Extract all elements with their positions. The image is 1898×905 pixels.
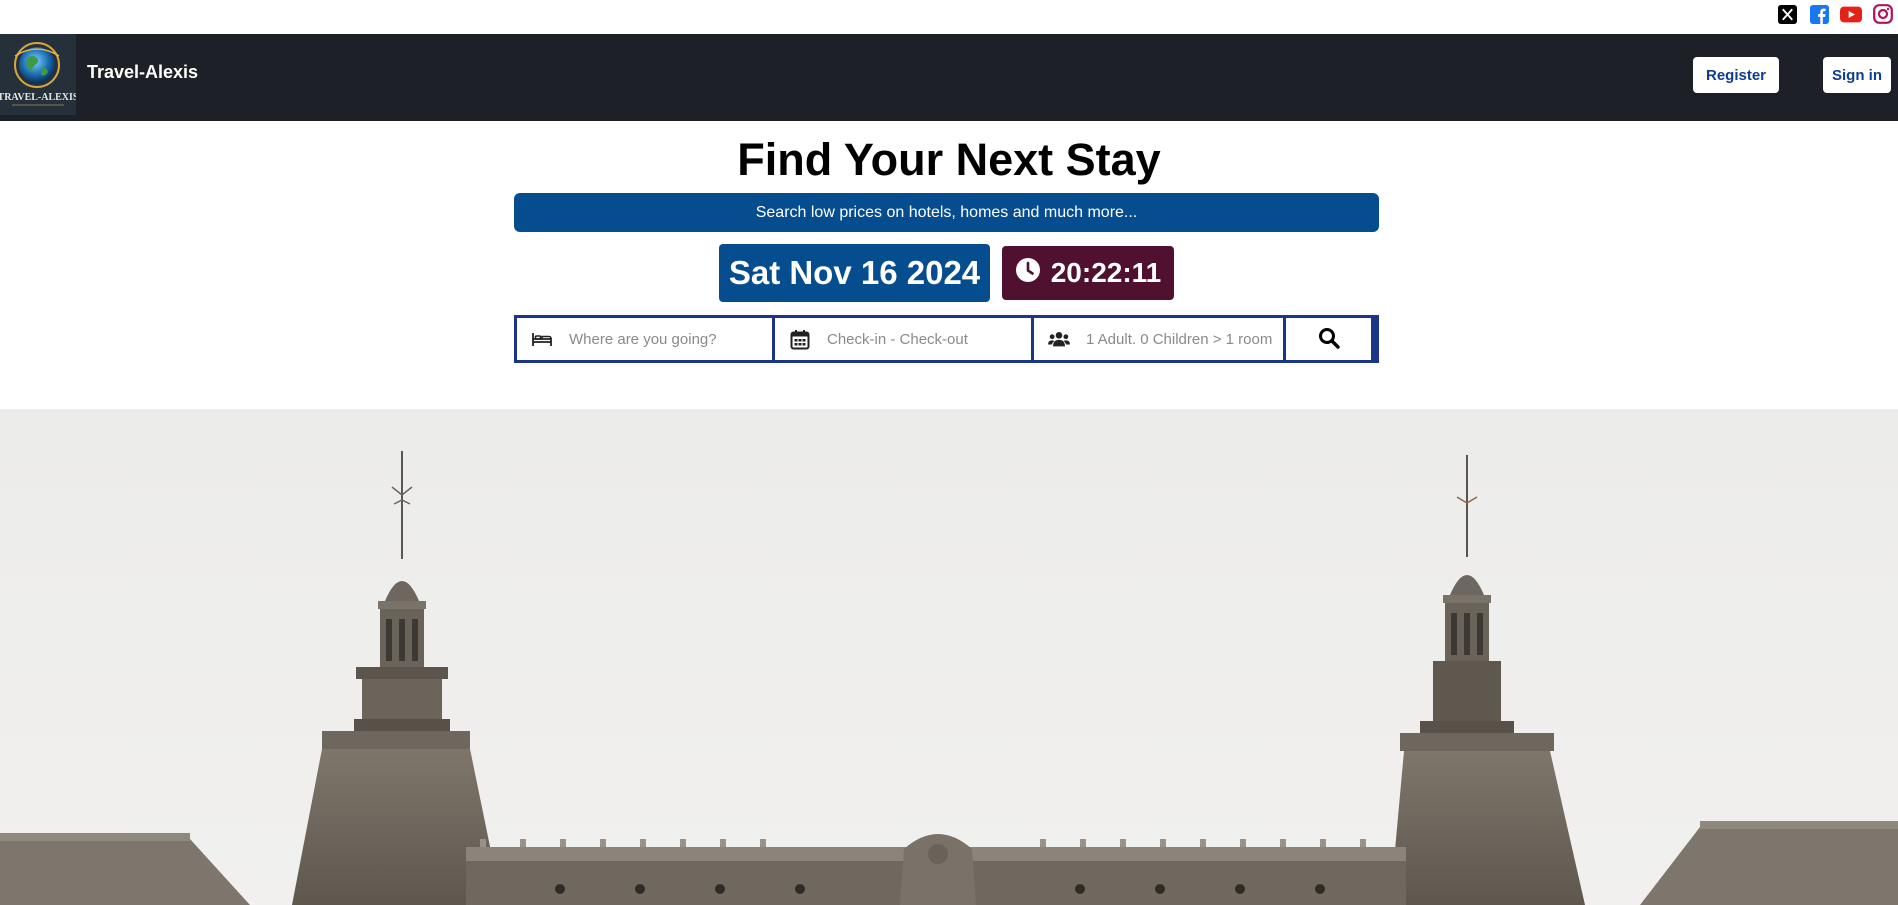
logo-text: TRAVEL-ALEXIS	[0, 92, 76, 103]
destination-field[interactable]	[517, 318, 772, 360]
social-bar	[0, 0, 1898, 34]
date-text: Sat Nov 16 2024	[728, 254, 981, 291]
instagram-icon[interactable]	[1872, 3, 1894, 25]
register-button[interactable]: Register	[1693, 57, 1779, 93]
bed-icon	[531, 328, 553, 350]
date-badge: Sat Nov 16 2024	[719, 244, 990, 302]
signin-button[interactable]: Sign in	[1823, 57, 1891, 93]
guests-field[interactable]	[1034, 318, 1283, 360]
page-title: Find Your Next Stay	[737, 134, 1161, 185]
dates-field[interactable]	[775, 318, 1031, 360]
hero-image	[0, 409, 1898, 905]
calendar-icon	[789, 328, 811, 350]
youtube-icon[interactable]	[1840, 3, 1862, 25]
x-twitter-icon[interactable]	[1776, 3, 1798, 25]
search-icon	[1318, 327, 1340, 352]
search-form	[514, 315, 1379, 363]
destination-input[interactable]	[569, 330, 772, 348]
users-icon	[1048, 328, 1070, 350]
social-icons	[1776, 3, 1894, 25]
clock-icon	[1015, 257, 1041, 290]
hero-subtitle: Search low prices on hotels, homes and m…	[514, 193, 1379, 232]
dates-input[interactable]	[827, 330, 1031, 348]
site-logo[interactable]: TRAVEL-ALEXIS	[0, 34, 76, 115]
brand-name[interactable]: Travel-Alexis	[87, 62, 198, 83]
facebook-icon[interactable]	[1808, 3, 1830, 25]
navbar: TRAVEL-ALEXIS Travel-Alexis Register Sig…	[0, 34, 1898, 121]
guests-input[interactable]	[1086, 330, 1283, 348]
time-text: 20:22:11	[1050, 257, 1162, 288]
time-badge: 20:22:11	[1002, 246, 1174, 300]
search-button[interactable]	[1286, 318, 1371, 360]
